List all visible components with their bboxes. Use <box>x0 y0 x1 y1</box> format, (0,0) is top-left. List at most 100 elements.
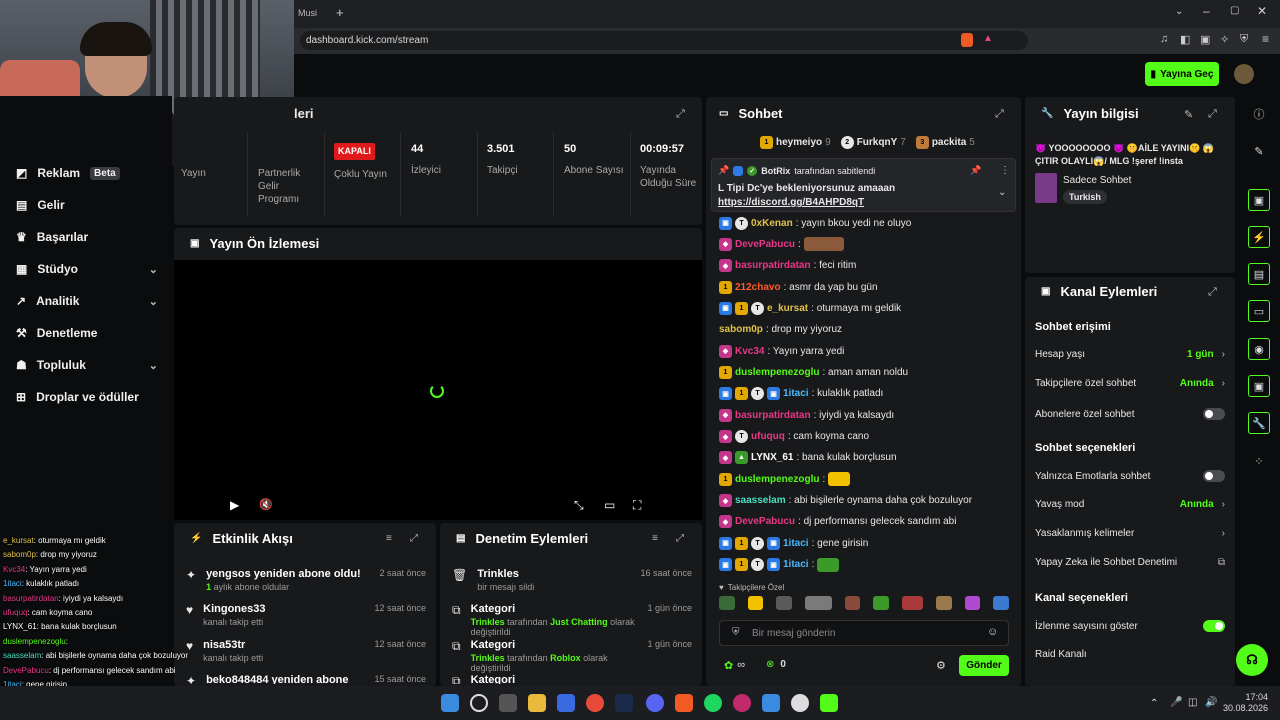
chat-username[interactable]: sabom0p <box>719 324 763 335</box>
chat-username[interactable]: ufuquq <box>751 431 785 442</box>
clock[interactable]: 17:04 30.08.2026 <box>1222 692 1268 714</box>
chat-message[interactable]: 1 212chavo: asmr da yap bu gün <box>719 279 1009 295</box>
network-icon[interactable]: ◫ <box>1188 697 1197 708</box>
more-icon[interactable]: ⋮ <box>1000 165 1010 176</box>
category-name[interactable]: Sadece Sohbet <box>1063 175 1131 186</box>
mic-icon[interactable]: 🎤 <box>1170 697 1182 708</box>
sidebar-item-moderation[interactable]: ⚒ Denetleme <box>16 326 158 340</box>
emote-icon[interactable] <box>804 596 832 610</box>
expand-icon[interactable]: ⤢ <box>995 108 1004 121</box>
play-icon[interactable]: ▶ <box>230 498 239 512</box>
chat-username[interactable]: duslempenezoglu <box>735 367 819 378</box>
chat-message[interactable]: ◆ Kvc34: Yayın yarra yedi <box>719 343 1009 359</box>
notes-icon[interactable] <box>762 694 780 712</box>
emote-icon[interactable] <box>776 596 792 610</box>
slow-mode-row[interactable]: Yavaş mod Anında › <box>1035 499 1225 510</box>
filter-icon[interactable]: ≡ <box>652 533 658 544</box>
folder-icon[interactable] <box>528 694 546 712</box>
obs-icon[interactable] <box>791 694 809 712</box>
emote-icon[interactable] <box>747 596 764 610</box>
stream-info-icon[interactable]: ▣ <box>1248 189 1270 211</box>
emote-icon[interactable] <box>901 596 924 610</box>
sidebar-item-achievements[interactable]: ♛ Başarılar <box>16 230 158 244</box>
sidebar-item-revenue[interactable]: ▤ Gelir <box>16 198 158 212</box>
vpn-icon[interactable]: ⛨ <box>1240 33 1248 46</box>
chat-username[interactable]: e_kursat <box>767 303 808 314</box>
close-window-icon[interactable]: ✕ <box>1257 4 1267 18</box>
counter-display[interactable]: ⊗ 0 <box>766 659 786 670</box>
expand-icon[interactable]: ⤢ <box>1208 108 1217 121</box>
chat-message[interactable]: 1 duslempenezoglu: aman aman noldu <box>719 364 1009 380</box>
banned-words-row[interactable]: Yasaklanmış kelimeler › <box>1035 528 1225 539</box>
expand-icon[interactable]: ⤢ <box>410 533 418 544</box>
chevron-down-icon[interactable]: ⌄ <box>998 187 1006 198</box>
sidebar-toggle-icon[interactable]: ◧ <box>1180 33 1190 46</box>
subs-only-toggle[interactable] <box>1203 408 1225 420</box>
chat-username[interactable]: 0xKenan <box>751 218 793 229</box>
maximize-icon[interactable]: ▢ <box>1230 5 1239 16</box>
sidebar-item-analytics[interactable]: ↗ Analitik ⌄ <box>16 294 158 308</box>
chat-message[interactable]: ◆ basurpatirdatan: iyiydi ya kalsaydı <box>719 407 1009 423</box>
points-display[interactable]: ✿ ∞ <box>724 659 745 672</box>
chat-username[interactable]: 1itaci <box>783 559 809 570</box>
emote-icon[interactable] <box>719 596 735 610</box>
fullscreen-icon[interactable]: ⛶ <box>633 498 641 513</box>
chrome-icon[interactable] <box>586 694 604 712</box>
menu-icon[interactable]: ≡ <box>1262 32 1269 46</box>
taskview-icon[interactable] <box>499 694 517 712</box>
minimize-icon[interactable]: – <box>1203 4 1210 18</box>
wrench-icon[interactable]: 🔧 <box>1248 412 1270 434</box>
new-tab-button[interactable]: + <box>336 5 344 20</box>
edit-icon[interactable]: ✎ <box>1184 108 1193 121</box>
emote-only-toggle[interactable] <box>1203 470 1225 482</box>
media-icon[interactable]: ♫ <box>1160 33 1168 45</box>
chat-message[interactable]: ◆ basurpatirdatan: feci ritim <box>719 258 1009 274</box>
tag-badge[interactable]: Turkish <box>1063 190 1107 204</box>
expand-icon[interactable]: ⤢ <box>676 533 684 544</box>
tab-label[interactable]: Musi <box>298 8 317 18</box>
ai-moderation-row[interactable]: Yapay Zeka ile Sohbet Denetimi ⧉ <box>1035 557 1225 568</box>
sidebar-item-ads[interactable]: ◩ Reklam Beta <box>16 166 158 180</box>
chat-input[interactable]: ⛨ Bir mesaj gönderin ☺ <box>719 620 1009 646</box>
chat-username[interactable]: Kvc34 <box>735 346 764 357</box>
spotify-icon[interactable] <box>704 694 722 712</box>
sidebar-item-community[interactable]: ☗ Topluluk ⌄ <box>16 358 158 372</box>
avatar[interactable] <box>1234 64 1254 84</box>
wallet-icon[interactable]: ▣ <box>1200 33 1210 46</box>
layout-icon[interactable]: ▣ <box>1248 375 1270 397</box>
tab-list-icon[interactable]: ⌄ <box>1175 6 1183 17</box>
discord-icon[interactable] <box>646 694 664 712</box>
expand-icon[interactable]: ⤢ <box>676 108 685 121</box>
emote-icon[interactable] <box>936 596 952 610</box>
chat-message[interactable]: ◆ saasselam: abi bişilerle oynama daha ço… <box>719 493 1009 509</box>
chat-message[interactable]: ◆ ▲ LYNX_61: bana kulak borçlusun <box>719 450 1009 466</box>
chat-username[interactable]: DevePabucu <box>735 239 795 250</box>
chat-message[interactable]: ▣ 1 T ▣ 1itaci: <box>719 557 1009 573</box>
send-button[interactable]: Gönder <box>959 655 1009 676</box>
emote-icon[interactable] <box>844 596 861 610</box>
chat-username[interactable]: duslempenezoglu <box>735 474 819 485</box>
support-icon[interactable]: ☊ <box>1236 644 1268 676</box>
emote-icon[interactable] <box>993 596 1009 610</box>
show-viewers-toggle[interactable] <box>1203 620 1225 632</box>
chat-username[interactable]: saasselam <box>735 495 786 506</box>
record-icon[interactable]: ◉ <box>1248 338 1270 360</box>
ai-icon[interactable]: ✧ <box>1220 33 1229 46</box>
chat-username[interactable]: 1itaci <box>783 538 809 549</box>
chat-message[interactable]: 1 duslempenezoglu: <box>719 471 1009 487</box>
chat-username[interactable]: 1itaci <box>783 388 809 399</box>
filter-icon[interactable]: ≡ <box>386 533 392 544</box>
list-icon[interactable]: ▤ <box>1248 263 1270 285</box>
chat-message[interactable]: ▣ T 0xKenan: yayın bkou yedi ne oluyo <box>719 215 1009 231</box>
emote-icon[interactable] <box>964 596 981 610</box>
chat-message[interactable]: ◆ DevePabucu: <box>719 236 1009 252</box>
kick-icon[interactable] <box>820 694 838 712</box>
volume-icon[interactable]: 🔊 <box>1205 697 1217 708</box>
gear-icon[interactable]: ⚙ <box>936 659 946 672</box>
chat-message[interactable]: ▣ 1 Te_kursat: oturmaya mı geldik <box>719 300 1009 316</box>
info-icon[interactable]: ⓘ <box>1248 103 1270 125</box>
steam-icon[interactable] <box>615 694 633 712</box>
apps-icon[interactable]: ⁘ <box>1248 450 1270 472</box>
account-age-row[interactable]: Hesap yaşı 1 gün › <box>1035 349 1225 360</box>
sidebar-item-studio[interactable]: ▦ Stüdyo ⌄ <box>16 262 158 276</box>
